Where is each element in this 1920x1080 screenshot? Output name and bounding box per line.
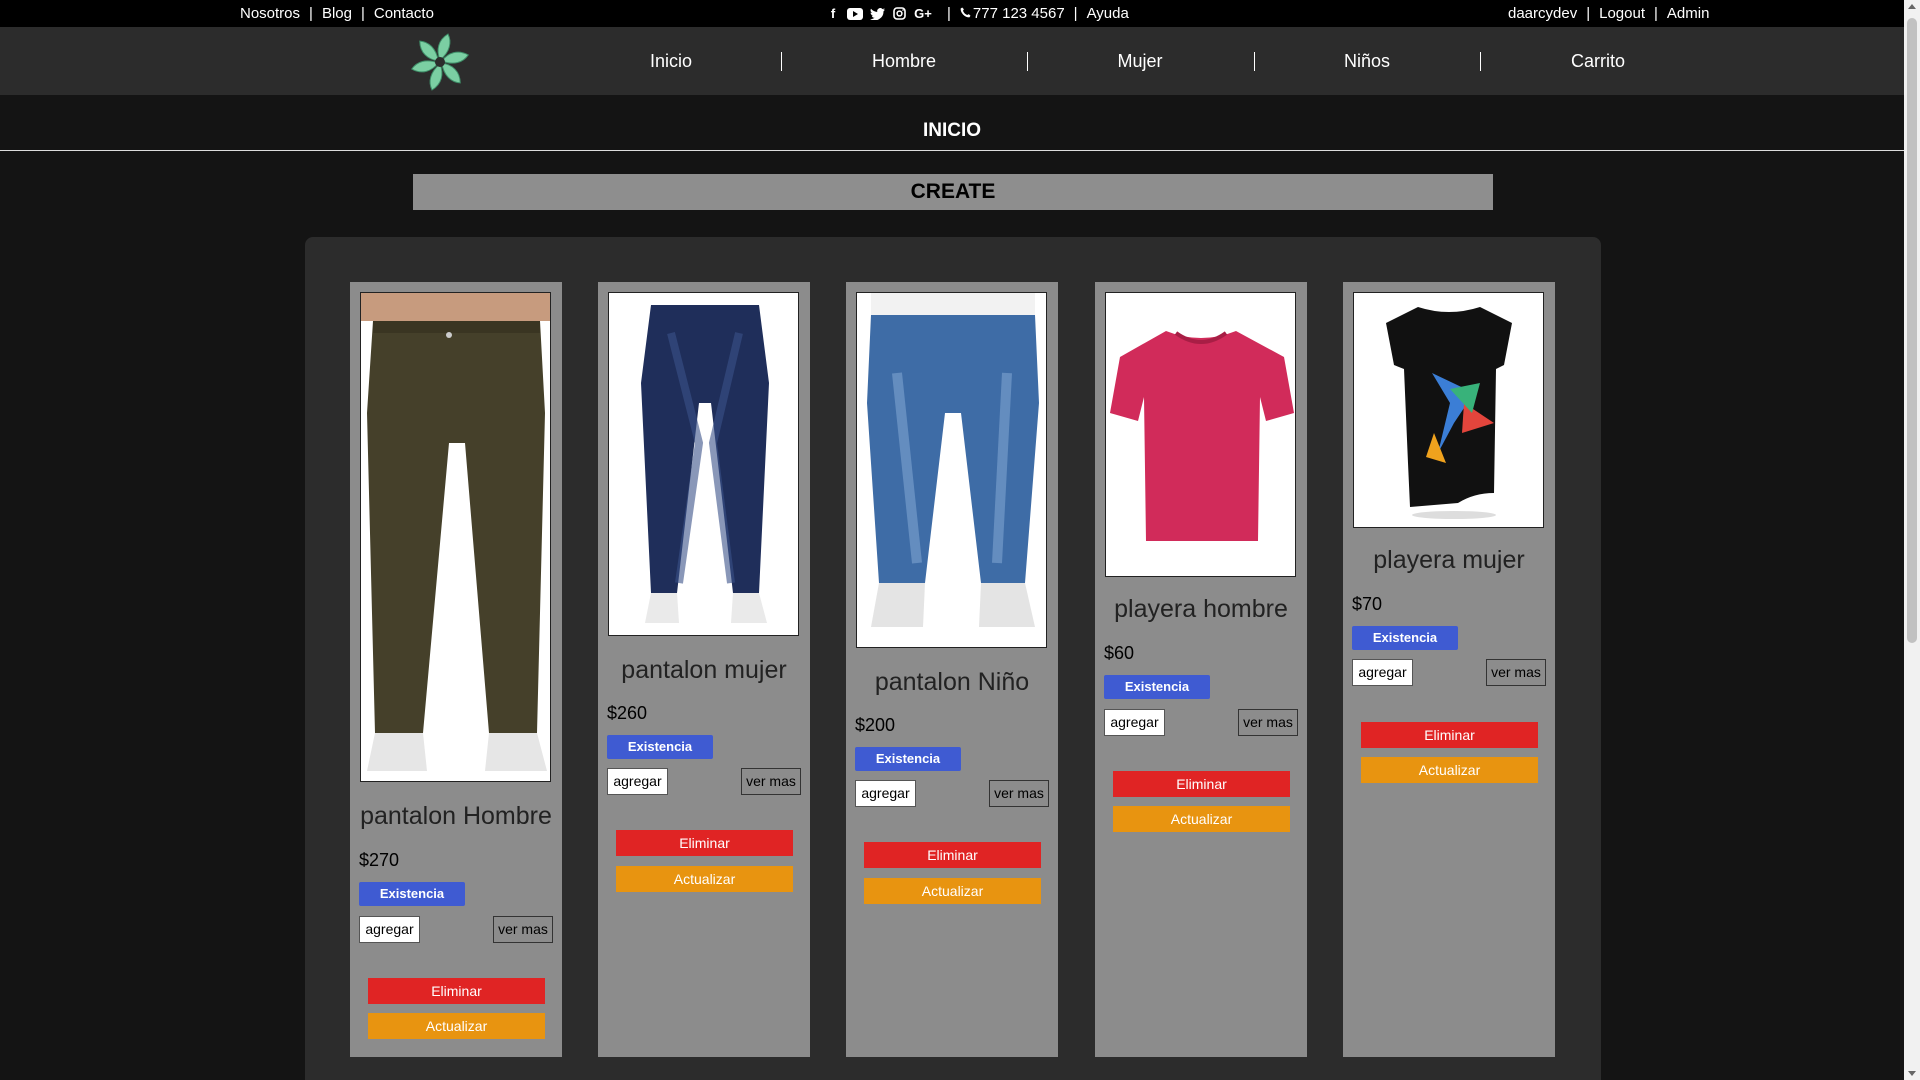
- separator: |: [360, 5, 365, 22]
- page-scrollbar[interactable]: [1904, 0, 1920, 1080]
- create-button[interactable]: CREATE: [413, 174, 1493, 210]
- eliminar-button[interactable]: Eliminar: [616, 830, 793, 856]
- eliminar-button[interactable]: Eliminar: [1113, 771, 1290, 797]
- product-price: $60: [1104, 643, 1135, 663]
- product-price: $200: [855, 715, 896, 735]
- separator: |: [1586, 5, 1591, 22]
- eliminar-button[interactable]: Eliminar: [864, 842, 1041, 868]
- nav-ninos[interactable]: Niños: [1344, 27, 1390, 95]
- product-card: pantalon mujer $260 Existencia agregar v…: [598, 282, 810, 1057]
- nav-separator: [1480, 52, 1481, 71]
- ver-mas-button[interactable]: ver mas: [1238, 709, 1298, 736]
- phone-icon: [960, 5, 971, 22]
- ver-mas-button[interactable]: ver mas: [493, 916, 553, 943]
- product-price: $70: [1352, 594, 1383, 614]
- top-left-links: Nosotros | Blog | Contacto: [240, 0, 434, 27]
- agregar-button[interactable]: agregar: [1104, 709, 1165, 736]
- actualizar-button[interactable]: Actualizar: [864, 878, 1041, 904]
- nosotros-link[interactable]: Nosotros: [240, 5, 300, 22]
- nav-carrito[interactable]: Carrito: [1571, 27, 1625, 95]
- scroll-down-icon[interactable]: [1908, 1071, 1916, 1076]
- google-plus-icon[interactable]: G+: [912, 6, 934, 21]
- red-tshirt-icon: [1105, 292, 1296, 577]
- stock-badge: Existencia: [607, 735, 713, 759]
- separator: |: [309, 5, 313, 22]
- main-navbar: Inicio Hombre Mujer Niños Carrito: [0, 27, 1904, 95]
- actualizar-button[interactable]: Actualizar: [616, 866, 793, 892]
- agregar-button[interactable]: agregar: [359, 916, 420, 943]
- stock-badge: Existencia: [1104, 675, 1210, 699]
- agregar-button[interactable]: agregar: [855, 780, 916, 807]
- ver-mas-button[interactable]: ver mas: [1486, 659, 1546, 686]
- page-title: INICIO: [922, 120, 982, 141]
- stock-badge: Existencia: [1352, 626, 1458, 650]
- top-bar: Nosotros | Blog | Contacto f G+ | 777 12…: [0, 0, 1904, 27]
- product-name: pantalon mujer: [621, 656, 787, 684]
- logout-link[interactable]: Logout: [1599, 5, 1645, 22]
- top-center-group: f G+ | 777 123 4567 | Ayuda: [824, 0, 1129, 27]
- user-link[interactable]: daarcydev: [1508, 5, 1577, 22]
- ayuda-link[interactable]: Ayuda: [1087, 5, 1129, 22]
- phone-number: 777 123 4567: [972, 5, 1065, 22]
- nav-separator: [1254, 52, 1255, 71]
- eliminar-button[interactable]: Eliminar: [1361, 722, 1538, 748]
- top-right-links: daarcydev | Logout | Admin: [1508, 0, 1709, 27]
- actualizar-button[interactable]: Actualizar: [368, 1013, 545, 1039]
- scroll-thumb[interactable]: [1907, 18, 1917, 643]
- womens-jeans-icon: [608, 292, 799, 636]
- product-price: $270: [359, 850, 400, 870]
- title-divider: [0, 150, 1904, 151]
- black-hummingbird-shirt-icon: [1353, 292, 1544, 528]
- ver-mas-button[interactable]: ver mas: [989, 780, 1049, 807]
- twitter-icon[interactable]: [868, 7, 886, 21]
- kids-jeans-icon: [856, 292, 1047, 648]
- nav-separator: [781, 52, 782, 71]
- product-card: pantalon Niño $200 Existencia agregar ve…: [846, 282, 1058, 1057]
- product-card: playera mujer $70 Existencia agregar ver…: [1343, 282, 1555, 1057]
- separator: |: [1654, 5, 1658, 22]
- nav-inicio[interactable]: Inicio: [650, 27, 692, 95]
- product-name: playera hombre: [1114, 595, 1288, 623]
- product-price: $260: [607, 703, 648, 723]
- product-card: playera hombre $60 Existencia agregar ve…: [1095, 282, 1307, 1057]
- blog-link[interactable]: Blog: [322, 5, 352, 22]
- app-root: Nosotros | Blog | Contacto f G+ | 777 12…: [0, 0, 1920, 1080]
- agregar-button[interactable]: agregar: [607, 768, 668, 795]
- admin-link[interactable]: Admin: [1667, 5, 1710, 22]
- nav-hombre[interactable]: Hombre: [872, 27, 936, 95]
- product-card: pantalon Hombre $270 Existencia agregar …: [350, 282, 562, 1057]
- stock-badge: Existencia: [359, 882, 465, 906]
- scroll-up-icon[interactable]: [1908, 4, 1916, 9]
- khaki-pants-icon: [360, 292, 551, 782]
- agregar-button[interactable]: agregar: [1352, 659, 1413, 686]
- contacto-link[interactable]: Contacto: [374, 5, 434, 22]
- separator: |: [947, 5, 951, 22]
- actualizar-button[interactable]: Actualizar: [1361, 757, 1538, 783]
- facebook-icon[interactable]: f: [824, 6, 842, 21]
- instagram-icon[interactable]: [890, 7, 908, 21]
- nav-separator: [1027, 52, 1028, 71]
- ver-mas-button[interactable]: ver mas: [741, 768, 801, 795]
- product-name: pantalon Niño: [874, 668, 1030, 696]
- separator: |: [1073, 5, 1078, 22]
- spiral-leaf-logo-icon[interactable]: [408, 30, 472, 94]
- eliminar-button[interactable]: Eliminar: [368, 978, 545, 1004]
- actualizar-button[interactable]: Actualizar: [1113, 806, 1290, 832]
- product-name: pantalon Hombre: [360, 802, 552, 830]
- nav-mujer[interactable]: Mujer: [1117, 27, 1162, 95]
- youtube-icon[interactable]: [846, 7, 864, 21]
- stock-badge: Existencia: [855, 747, 961, 771]
- product-name: playera mujer: [1373, 546, 1525, 574]
